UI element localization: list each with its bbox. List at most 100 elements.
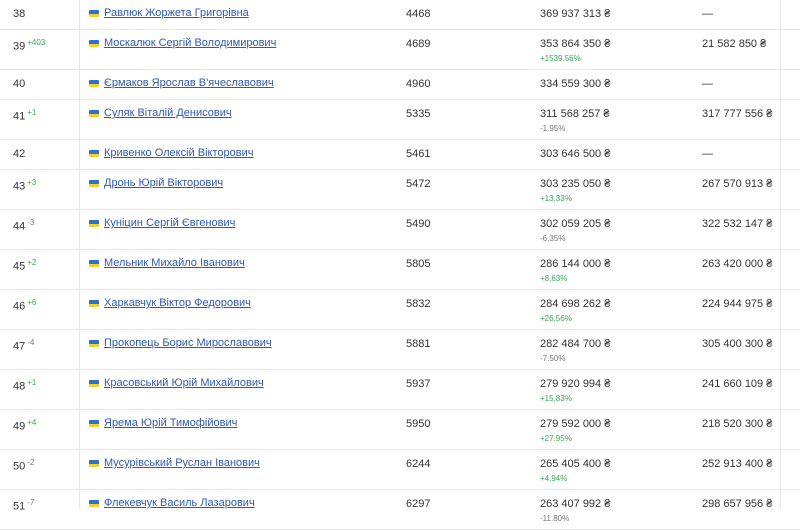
person-name-link[interactable]: Єрмаков Ярослав В'ячеславович bbox=[104, 77, 274, 89]
ranking-table: 38 Равлюк Жоржета Григорівна 4468 369 937 3… bbox=[0, 0, 800, 530]
ukraine-flag-icon bbox=[89, 40, 99, 47]
declaration-number: 5937 bbox=[406, 378, 431, 390]
ukraine-flag-icon bbox=[89, 10, 99, 17]
rank-number: 42 bbox=[13, 148, 26, 160]
income-value: 279 592 000 ₴ bbox=[540, 418, 611, 430]
rank-cell: 48 +1 bbox=[13, 378, 36, 393]
ukraine-flag-icon bbox=[89, 260, 99, 267]
rank-number: 38 bbox=[13, 8, 26, 20]
person-name-link[interactable]: Суляк Віталій Денисович bbox=[104, 107, 232, 119]
income-value: 282 484 700 ₴ bbox=[540, 338, 611, 350]
declaration-number: 6297 bbox=[406, 498, 431, 510]
previous-income-value: 224 944 975 ₴ bbox=[702, 298, 773, 310]
rank-cell: 41 +1 bbox=[13, 108, 36, 123]
income-value: 353 864 350 ₴ bbox=[540, 38, 611, 50]
declaration-number: 5805 bbox=[406, 258, 431, 270]
rank-number: 43 bbox=[13, 180, 26, 193]
person-name-link[interactable]: Дронь Юрій Вікторович bbox=[104, 177, 223, 189]
rank-cell: 42 bbox=[13, 148, 25, 160]
rank-number: 47 bbox=[13, 340, 26, 353]
rank-change: +2 bbox=[27, 258, 37, 267]
rank-number: 50 bbox=[13, 460, 26, 473]
ukraine-flag-icon bbox=[89, 500, 99, 507]
table-row: 40 Єрмаков Ярослав В'ячеславович 4960 334 5… bbox=[0, 70, 800, 100]
previous-income-value: 21 582 850 ₴ bbox=[702, 38, 767, 50]
income-value: 302 059 205 ₴ bbox=[540, 218, 611, 230]
income-value: 263 407 992 ₴ bbox=[540, 498, 611, 510]
income-value: 284 698 262 ₴ bbox=[540, 298, 611, 310]
declaration-number: 5950 bbox=[406, 418, 431, 430]
declaration-number: 6244 bbox=[406, 458, 431, 470]
ukraine-flag-icon bbox=[89, 220, 99, 227]
ukraine-flag-icon bbox=[89, 300, 99, 307]
rank-change: +6 bbox=[27, 298, 37, 307]
rank-number: 46 bbox=[13, 300, 26, 313]
rank-number: 51 bbox=[13, 500, 26, 513]
declaration-number: 4689 bbox=[406, 38, 431, 50]
rank-number: 44 bbox=[13, 220, 26, 233]
income-change-percent: -11.80% bbox=[540, 514, 570, 523]
person-name-link[interactable]: Прокопець Борис Мирославович bbox=[104, 337, 272, 349]
rank-change: -2 bbox=[27, 458, 35, 467]
declaration-number: 5832 bbox=[406, 298, 431, 310]
rank-cell: 38 bbox=[13, 8, 25, 20]
income-change-percent: +27.95% bbox=[540, 434, 572, 443]
income-change-percent: +4.94% bbox=[540, 474, 568, 483]
previous-income-value: — bbox=[702, 148, 713, 160]
rank-change: -7 bbox=[27, 498, 35, 507]
table-row: 49 +4 Ярема Юрій Тимофійович 5950 279 592 00… bbox=[0, 410, 800, 450]
previous-income-value: 263 420 000 ₴ bbox=[702, 258, 773, 270]
income-change-percent: +26.56% bbox=[540, 314, 572, 323]
person-name-link[interactable]: Москалюк Сергій Володимирович bbox=[104, 37, 276, 49]
table-row: 48 +1 Красовський Юрій Михайлович 5937 279 9… bbox=[0, 370, 800, 410]
rank-change: +3 bbox=[27, 178, 37, 187]
person-name-link[interactable]: Равлюк Жоржета Григорівна bbox=[104, 7, 249, 19]
person-name-link[interactable]: Мусурівський Руслан Іванович bbox=[104, 457, 260, 469]
previous-income-value: 298 657 956 ₴ bbox=[702, 498, 773, 510]
table-row: 43 +3 Дронь Юрій Вікторович 5472 303 235 050… bbox=[0, 170, 800, 210]
declaration-number: 5335 bbox=[406, 108, 431, 120]
income-value: 303 235 050 ₴ bbox=[540, 178, 611, 190]
rank-change: -3 bbox=[27, 218, 35, 227]
previous-income-value: 305 400 300 ₴ bbox=[702, 338, 773, 350]
ukraine-flag-icon bbox=[89, 380, 99, 387]
income-change-percent: -6.35% bbox=[540, 234, 566, 243]
person-name-link[interactable]: Ярема Юрій Тимофійович bbox=[104, 417, 237, 429]
rank-cell: 40 bbox=[13, 78, 25, 90]
income-value: 265 405 400 ₴ bbox=[540, 458, 611, 470]
income-value: 334 559 300 ₴ bbox=[540, 78, 611, 90]
person-name-link[interactable]: Мельник Михайло Іванович bbox=[104, 257, 245, 269]
person-name-link[interactable]: Харкавчук Віктор Федорович bbox=[104, 297, 251, 309]
rank-cell: 39 +403 bbox=[13, 38, 45, 53]
person-name-link[interactable]: Красовський Юрій Михайлович bbox=[104, 377, 264, 389]
income-value: 303 646 500 ₴ bbox=[540, 148, 611, 160]
table-row: 47 -4 Прокопець Борис Мирославович 5881 282 … bbox=[0, 330, 800, 370]
table-row: 46 +6 Харкавчук Віктор Федорович 5832 284 69… bbox=[0, 290, 800, 330]
rank-number: 40 bbox=[13, 78, 26, 90]
rank-change: +1 bbox=[27, 378, 37, 387]
person-name-link[interactable]: Флекевчук Василь Лазарович bbox=[104, 497, 255, 509]
person-name-link[interactable]: Кривенко Олексій Вікторович bbox=[104, 147, 253, 159]
declaration-number: 5490 bbox=[406, 218, 431, 230]
person-name-link[interactable]: Куніцин Сергій Євгенович bbox=[104, 217, 235, 229]
previous-income-value: 252 913 400 ₴ bbox=[702, 458, 773, 470]
rank-cell: 47 -4 bbox=[13, 338, 34, 353]
previous-income-value: 267 570 913 ₴ bbox=[702, 178, 773, 190]
income-value: 311 568 257 ₴ bbox=[540, 108, 610, 120]
ukraine-flag-icon bbox=[89, 460, 99, 467]
previous-income-value: — bbox=[702, 8, 713, 20]
rank-cell: 49 +4 bbox=[13, 418, 36, 433]
income-value: 286 144 000 ₴ bbox=[540, 258, 611, 270]
income-value: 369 937 313 ₴ bbox=[540, 8, 611, 20]
table-row: 39 +403 Москалюк Сергій Володимирович 4689 3… bbox=[0, 30, 800, 70]
ukraine-flag-icon bbox=[89, 150, 99, 157]
table-row: 41 +1 Суляк Віталій Денисович 5335 311 568 2… bbox=[0, 100, 800, 140]
income-change-percent: -7.50% bbox=[540, 354, 566, 363]
rank-cell: 45 +2 bbox=[13, 258, 36, 273]
previous-income-value: 241 660 109 ₴ bbox=[702, 378, 773, 390]
declaration-number: 5881 bbox=[406, 338, 431, 350]
income-value: 279 920 994 ₴ bbox=[540, 378, 611, 390]
rank-number: 41 bbox=[13, 110, 26, 123]
rank-change: +4 bbox=[27, 418, 37, 427]
income-change-percent: +1539.56% bbox=[540, 54, 581, 63]
